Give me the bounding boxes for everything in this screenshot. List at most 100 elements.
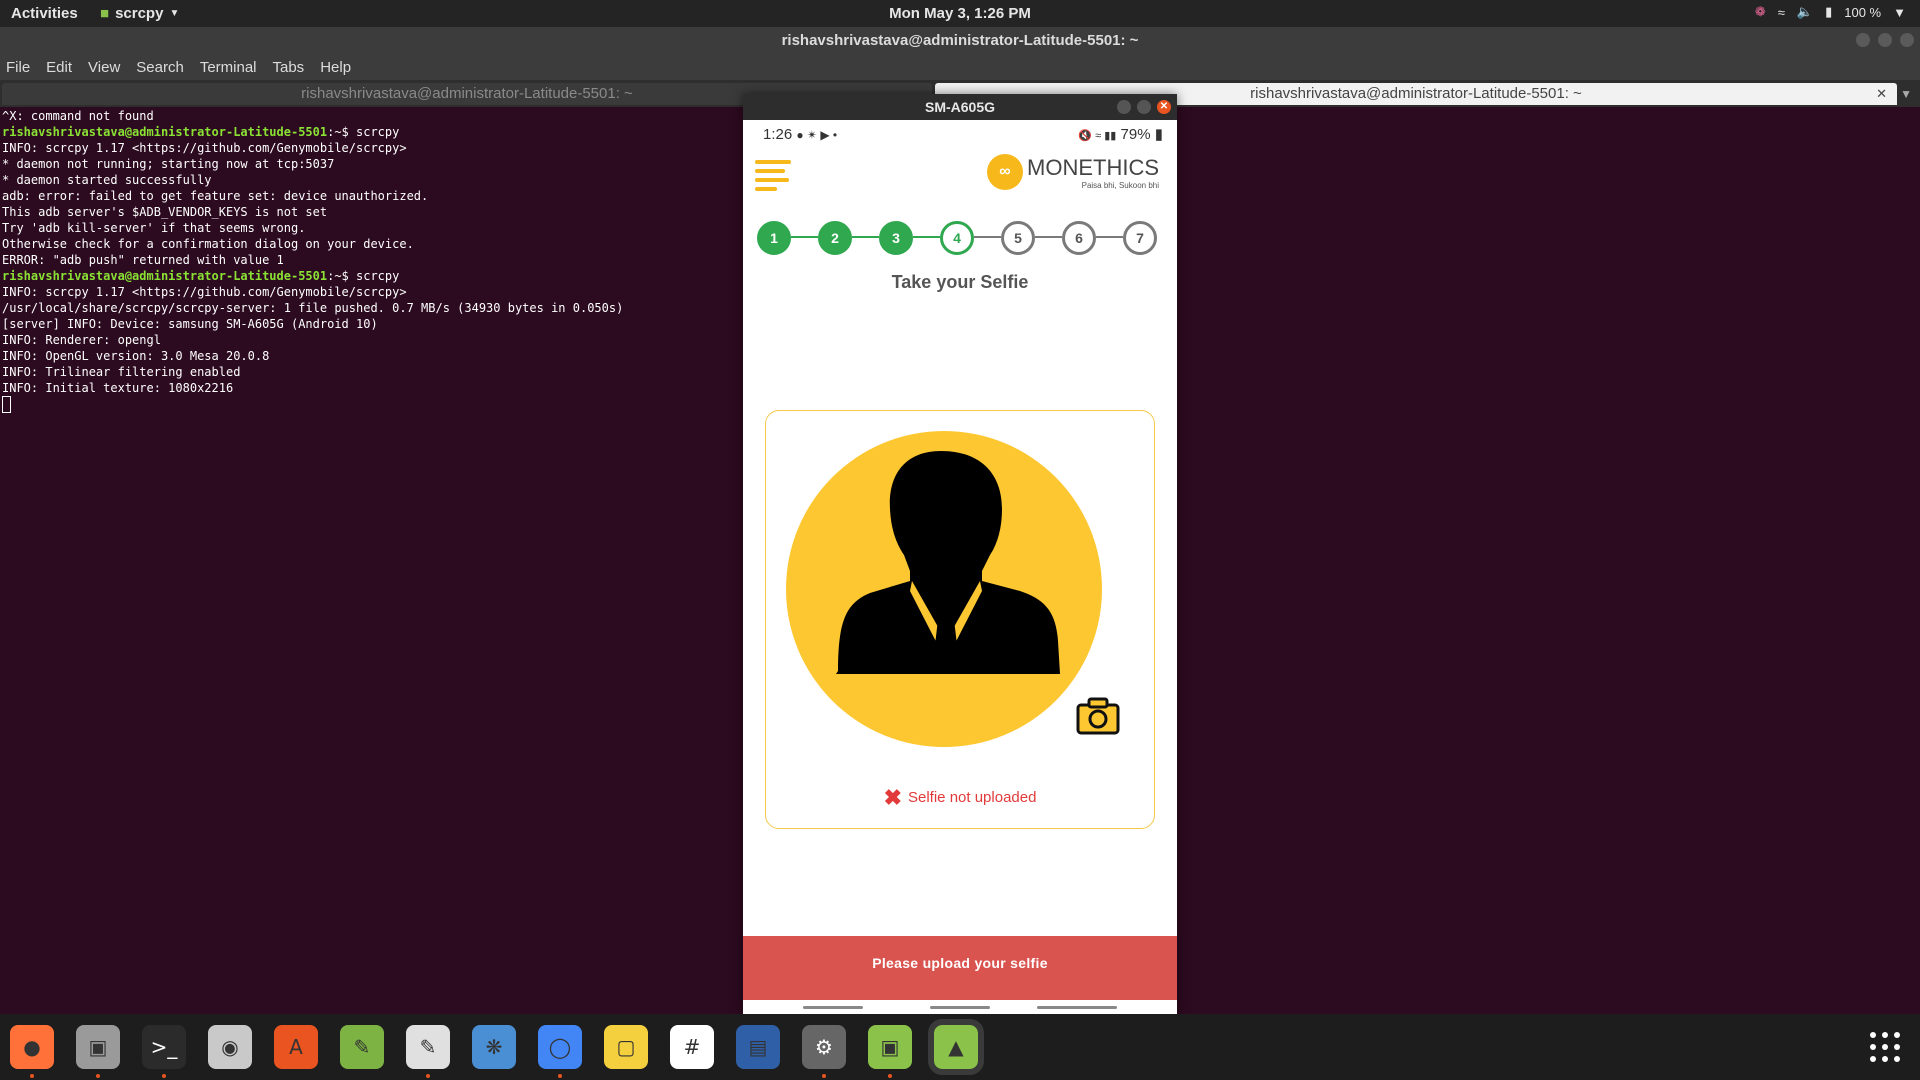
menu-edit[interactable]: Edit: [46, 59, 72, 76]
app-menu-label: scrcpy: [115, 5, 164, 22]
scrcpy-window: SM-A605G ✕ 1:26 ● ✴ ▶ • 🔇 ≈ ▮▮ 79% ▮ ∞ M…: [743, 94, 1177, 1015]
rhythmbox-icon[interactable]: ◉: [208, 1025, 252, 1069]
step-5[interactable]: 5: [1001, 221, 1035, 255]
step-3[interactable]: 3: [879, 221, 913, 255]
slack-icon[interactable]: #: [670, 1025, 714, 1069]
scrcpy-titlebar[interactable]: SM-A605G ✕: [743, 94, 1177, 120]
running-indicator: [822, 1074, 826, 1078]
editor-icon[interactable]: ✎: [340, 1025, 384, 1069]
maximize-button[interactable]: [1878, 33, 1892, 47]
wifi-icon: ≈: [1777, 4, 1785, 20]
menu-bar: File Edit View Search Terminal Tabs Help: [0, 54, 1920, 80]
close-button[interactable]: [1900, 33, 1914, 47]
tab-menu-icon[interactable]: ▼: [1900, 87, 1912, 101]
chrome-icon[interactable]: ◯: [538, 1025, 582, 1069]
running-indicator: [30, 1074, 34, 1078]
camera-icon: [1076, 697, 1120, 735]
upload-status-text: Selfie not uploaded: [908, 788, 1037, 806]
text-editor-icon[interactable]: ✎: [406, 1025, 450, 1069]
nav-back[interactable]: [1037, 1006, 1117, 1009]
brand-logo: ∞ MONETHICS Paisa bhi, Sukoon bhi: [987, 154, 1159, 190]
person-silhouette-icon: [836, 451, 1060, 674]
status-time: 1:26: [763, 125, 793, 143]
gesture-bar: [743, 1000, 1177, 1015]
nav-recent[interactable]: [803, 1006, 863, 1009]
running-indicator: [96, 1074, 100, 1078]
menu-view[interactable]: View: [88, 59, 120, 76]
menu-file[interactable]: File: [6, 59, 30, 76]
window-title: rishavshrivastava@administrator-Latitude…: [781, 32, 1139, 49]
running-indicator: [162, 1074, 166, 1078]
power-menu-icon: ▼: [1893, 4, 1906, 20]
status-battery: 79%: [1120, 126, 1151, 143]
phone-status-bar: 1:26 ● ✴ ▶ • 🔇 ≈ ▮▮ 79% ▮: [743, 120, 1177, 148]
java-ee-ide-icon[interactable]: ⚙: [802, 1025, 846, 1069]
system-tray[interactable]: ❁ ≈ 🔈 ▮ 100 % ▼: [1755, 4, 1906, 20]
app-header: ∞ MONETHICS Paisa bhi, Sukoon bhi: [743, 148, 1177, 208]
minimize-button[interactable]: [1117, 100, 1131, 114]
tab-2-label: rishavshrivastava@administrator-Latitude…: [1250, 85, 1582, 102]
shell-prompt: rishavshrivastava@administrator-Latitude…: [2, 125, 328, 139]
step-7[interactable]: 7: [1123, 221, 1157, 255]
screenshot-icon[interactable]: ❋: [472, 1025, 516, 1069]
hamburger-menu-icon[interactable]: [755, 160, 791, 196]
show-applications-icon[interactable]: [1870, 1032, 1900, 1062]
selfie-card: ✖ Selfie not uploaded: [765, 410, 1155, 829]
signal-icons: 🔇 ≈ ▮▮: [1078, 130, 1117, 142]
minimize-button[interactable]: [1856, 33, 1870, 47]
step-connector: [1096, 236, 1123, 238]
shell-command: :~$ scrcpy: [327, 125, 400, 139]
step-connector: [852, 236, 879, 238]
notification-icons: ● ✴ ▶ •: [796, 127, 838, 142]
step-6[interactable]: 6: [1062, 221, 1096, 255]
menu-search[interactable]: Search: [136, 59, 184, 76]
dock: ● ▣ >_ ◉ A ✎ ✎ ❋ ◯ ▢ # ▤ ⚙ ▣ ▲: [0, 1014, 1920, 1080]
shell-command: :~$ scrcpy: [327, 269, 400, 283]
shell-prompt: rishavshrivastava@administrator-Latitude…: [2, 269, 328, 283]
terminal-titlebar[interactable]: rishavshrivastava@administrator-Latitude…: [0, 27, 1920, 54]
step-1[interactable]: 1: [757, 221, 791, 255]
step-connector: [791, 236, 818, 238]
page-title: Take your Selfie: [891, 272, 1029, 292]
volume-icon: 🔈: [1796, 4, 1814, 19]
menu-terminal[interactable]: Terminal: [200, 59, 257, 76]
files-icon[interactable]: ▣: [76, 1025, 120, 1069]
firefox-icon[interactable]: ●: [10, 1025, 54, 1069]
battery-icon: ▮: [1825, 4, 1833, 19]
running-indicator: [558, 1074, 562, 1078]
monethics-logo-icon: ∞: [987, 154, 1023, 190]
maximize-button[interactable]: [1137, 100, 1151, 114]
terminal-cursor: [2, 396, 11, 413]
upload-selfie-button[interactable]: Please upload your selfie: [743, 936, 1177, 1000]
activities-button[interactable]: Activities: [11, 5, 78, 22]
clock[interactable]: Mon May 3, 1:26 PM: [0, 5, 1920, 22]
brand-tagline: Paisa bhi, Sukoon bhi: [1081, 180, 1159, 190]
terminal-icon[interactable]: >_: [142, 1025, 186, 1069]
selfie-placeholder[interactable]: [786, 431, 1102, 747]
close-tab-icon[interactable]: ✕: [1876, 83, 1887, 105]
android-icon: ■: [100, 5, 110, 22]
notes-icon[interactable]: ▢: [604, 1025, 648, 1069]
menu-help[interactable]: Help: [320, 59, 351, 76]
nav-home[interactable]: [930, 1006, 990, 1009]
android-icon[interactable]: ▲: [928, 1019, 984, 1075]
app-menu[interactable]: ■ scrcpy ▼: [100, 5, 179, 22]
recording-icon: ❁: [1754, 4, 1766, 19]
top-bar: Activities ■ scrcpy ▼ Mon May 3, 1:26 PM…: [0, 0, 1920, 27]
step-2[interactable]: 2: [818, 221, 852, 255]
step-connector: [974, 236, 1001, 238]
camera-button[interactable]: [1076, 697, 1120, 740]
running-indicator: [426, 1074, 430, 1078]
writer-icon[interactable]: ▤: [736, 1025, 780, 1069]
tab-1-label: rishavshrivastava@administrator-Latitude…: [301, 85, 633, 102]
software-icon[interactable]: A: [274, 1025, 318, 1069]
menu-tabs[interactable]: Tabs: [273, 59, 305, 76]
step-connector: [913, 236, 940, 238]
image-viewer-icon[interactable]: ▣: [868, 1025, 912, 1069]
device-title: SM-A605G: [924, 99, 996, 115]
progress-stepper: 1234567: [743, 208, 1177, 266]
close-icon[interactable]: ✕: [1157, 100, 1171, 114]
step-connector: [1035, 236, 1062, 238]
battery-percent: 100 %: [1844, 4, 1882, 20]
step-4[interactable]: 4: [940, 221, 974, 255]
